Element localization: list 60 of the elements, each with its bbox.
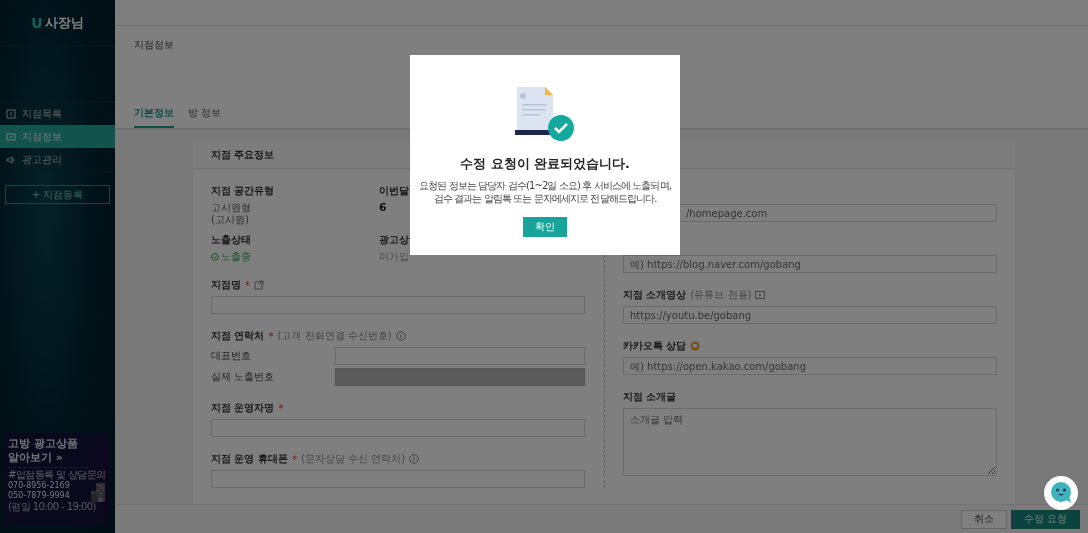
business-hours: (평일 10:00 - 19:00) (8, 501, 96, 513)
banner-title: 알아보기 » (8, 451, 63, 465)
section-title: 지점 주요정보 (211, 148, 275, 162)
banner-title: 고방 광고상품 (8, 437, 78, 451)
phone-number: 070-8956-2169 (8, 481, 70, 491)
video-icon (755, 290, 766, 300)
ad-banner[interactable]: 고방 광고상품 알아보기 » #입점등록 및 상담문의 070-8956-2169 050-7879-9994 (평일 10:00 - 19:00) (5, 433, 110, 525)
banner-caption: #입점등록 및 상담문의 (8, 469, 106, 481)
field-label: 지점 운영자명 (211, 401, 275, 415)
add-branch-button[interactable]: + 지점등록 (5, 185, 110, 204)
speech-bubble-icon (690, 341, 701, 351)
list-icon (6, 108, 16, 119)
tab[interactable]: 방 정보 (188, 106, 222, 128)
tab[interactable]: 기본정보 (134, 106, 174, 128)
status-value: 노출중 (221, 251, 251, 263)
field-label: 광고상 (379, 234, 409, 246)
logo-mark[interactable]: U (31, 14, 43, 31)
nav-item[interactable]: 광고관리 (0, 148, 115, 171)
text-area[interactable]: 소개글 입력 (623, 408, 997, 476)
required-mark: * (268, 330, 274, 342)
required-mark: * (278, 402, 284, 414)
field-value: 고시원형 (211, 202, 251, 214)
logo-text[interactable]: 사장님 (44, 13, 84, 32)
field-label: 노출상태 (211, 234, 251, 246)
field-label: 카카오톡 상담 (623, 339, 687, 353)
submit-button[interactable]: 수정 요청 (1010, 509, 1080, 529)
chat-button[interactable] (1049, 481, 1073, 505)
field-label: 지점 소개글 (623, 390, 677, 404)
phone-number: 050-7879-9994 (8, 491, 70, 501)
field-label: 지점 공간유형 (211, 185, 275, 197)
field-label: 실제 노출번호 (211, 370, 276, 384)
field-label: 지점명 (211, 278, 241, 292)
text-field[interactable]: 예) https://blog.naver.com/gobang (623, 255, 997, 273)
building-icon (91, 483, 105, 502)
nav-item[interactable]: 지점목록 (0, 102, 115, 125)
required-mark: * (245, 279, 250, 291)
confirm-button[interactable]: 확인 (523, 217, 567, 237)
nav-item[interactable]: 지점정보 (0, 125, 115, 148)
speaker-icon (6, 154, 16, 165)
field-label: 지점 연락처 (211, 329, 265, 343)
info-icon (409, 454, 420, 464)
field-label: 지점 운영 휴대폰 (211, 452, 288, 466)
info-icon (395, 331, 406, 341)
field-label: 지점 소개영상 (623, 288, 687, 302)
external-link-icon (254, 280, 264, 290)
field-label: 이번달 (379, 185, 409, 197)
field-value: (고시원) (211, 214, 249, 226)
document-check-icon (515, 85, 575, 142)
modal-message: 요청된 정보는 담당자 검수(1~2일 소요) 후 서비스에 노출되며, (419, 179, 671, 192)
check-circle-icon (211, 253, 219, 261)
card-icon (6, 131, 16, 142)
breadcrumb: 지점정보 (134, 38, 174, 52)
text-field[interactable]: https://youtu.be/gobang (623, 306, 997, 324)
cancel-button[interactable]: 취소 (960, 509, 1007, 529)
field-value: 6 (379, 202, 387, 214)
text-field[interactable]: 예) https://open.kakao.com/gobang (623, 357, 997, 375)
modal-message: 검수 결과는 알림톡 또는 문자메세지로 전달해드립니다. (433, 192, 657, 205)
required-mark: * (291, 453, 297, 465)
field-label: 대표번호 (211, 349, 252, 363)
modal-title: 수정 요청이 완료되었습니다. (460, 156, 630, 173)
